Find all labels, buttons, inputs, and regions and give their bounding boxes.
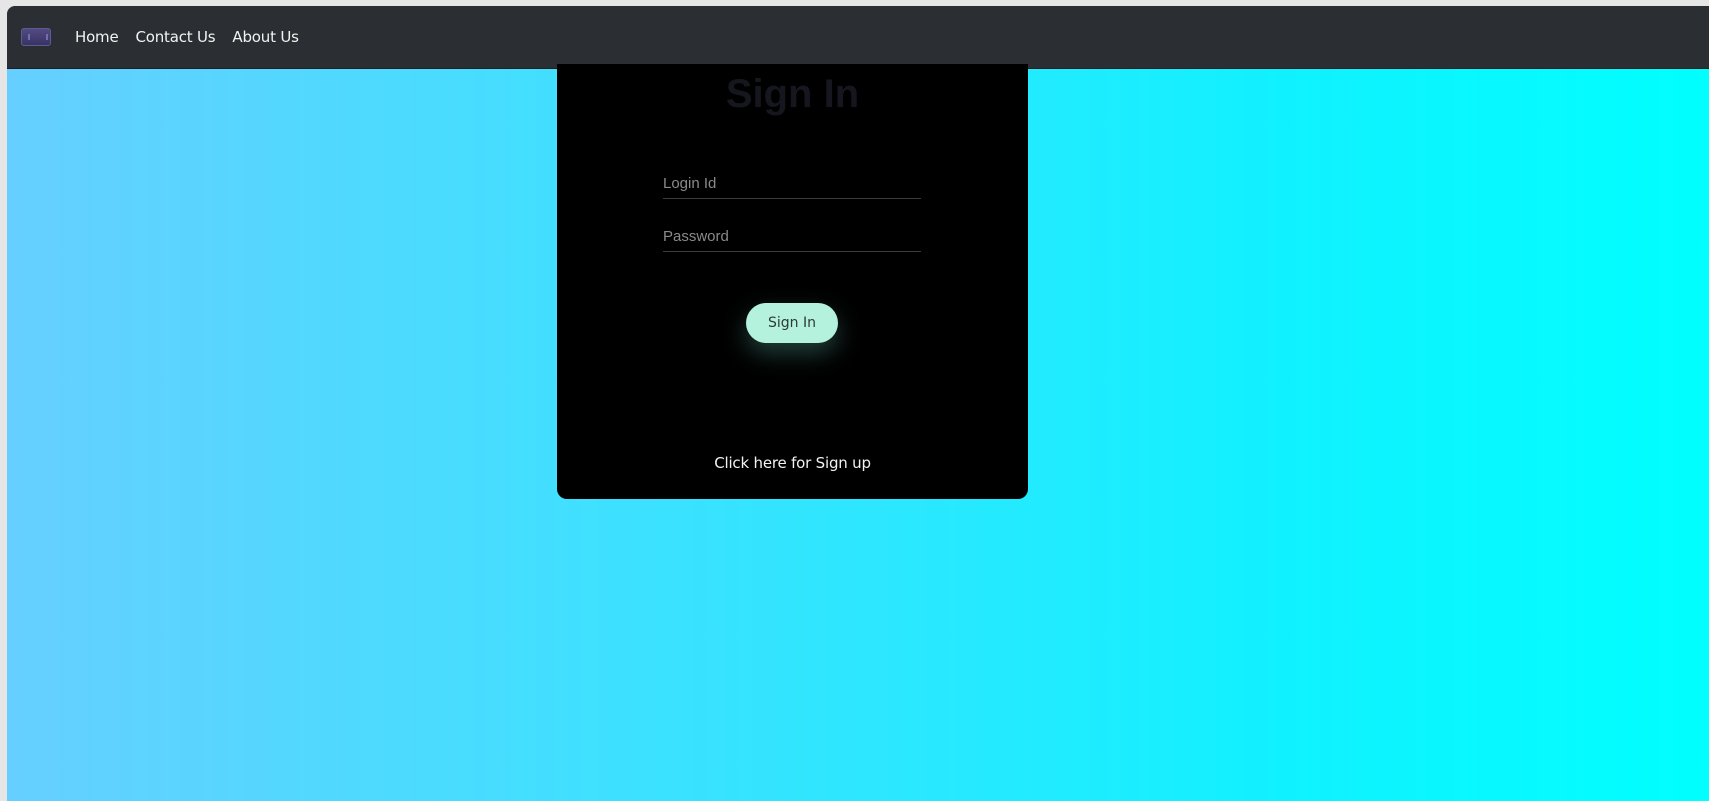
nav-links: Home Contact Us About Us: [75, 28, 299, 46]
login-id-input[interactable]: [663, 169, 921, 198]
signin-button[interactable]: Sign In: [746, 303, 838, 343]
app-window: Home Contact Us About Us Sign In Sign In…: [7, 6, 1709, 801]
signin-title: Sign In: [725, 72, 860, 116]
nav-link-home[interactable]: Home: [75, 28, 119, 46]
nav-link-contact-us[interactable]: Contact Us: [136, 28, 216, 46]
login-id-field-wrapper: [663, 169, 921, 199]
signup-link[interactable]: Click here for Sign up: [557, 454, 1028, 472]
navbar: Home Contact Us About Us: [7, 6, 1709, 69]
password-field-wrapper: [663, 222, 921, 252]
nav-link-about-us[interactable]: About Us: [232, 28, 299, 46]
password-input[interactable]: [663, 222, 921, 251]
signin-card: Sign In Sign In Click here for Sign up: [557, 64, 1028, 499]
brand-logo-icon[interactable]: [21, 28, 51, 46]
